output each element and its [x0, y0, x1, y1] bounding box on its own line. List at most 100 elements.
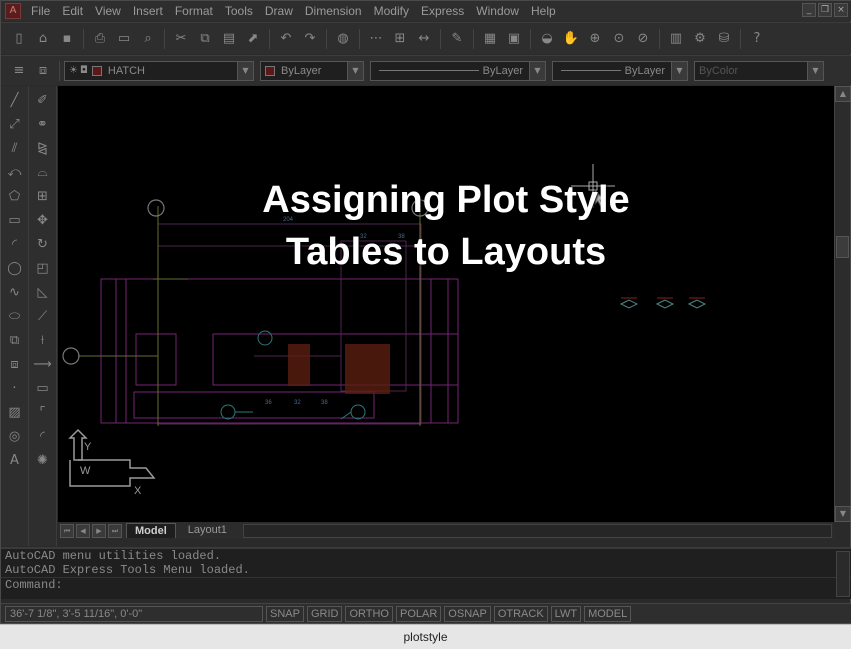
scroll-thumb[interactable]	[836, 236, 849, 258]
first-tab-icon[interactable]: ⏮	[60, 523, 74, 538]
zoom-previous-icon[interactable]: ⊘	[632, 28, 654, 50]
osnap-toggle[interactable]: OSNAP	[444, 605, 491, 622]
3d-orbit-icon[interactable]: ◒	[536, 28, 558, 50]
color-dropdown[interactable]: ByLayer ▼	[260, 60, 364, 81]
tab-layout1[interactable]: Layout1	[180, 523, 235, 538]
erase-icon[interactable]: ✐	[32, 90, 54, 112]
lwt-toggle[interactable]: LWT	[550, 605, 582, 622]
spline-icon[interactable]: ∿	[4, 282, 26, 304]
close-button[interactable]: ×	[834, 3, 848, 17]
menu-window[interactable]: Window	[470, 4, 525, 18]
scroll-down-icon[interactable]: ▼	[835, 506, 851, 522]
menu-help[interactable]: Help	[525, 4, 562, 18]
layers-icon[interactable]: ≡	[8, 60, 30, 82]
match-properties-icon[interactable]: ⬈	[242, 28, 264, 50]
zoom-realtime-icon[interactable]: ⊕	[584, 28, 606, 50]
arc-icon[interactable]: ◜	[4, 234, 26, 256]
stretch-icon[interactable]: ◺	[32, 282, 54, 304]
polar-toggle[interactable]: POLAR	[396, 605, 442, 622]
multiline-icon[interactable]: ⫽	[4, 138, 26, 160]
tab-model[interactable]: Model	[126, 523, 176, 538]
move-icon[interactable]: ✥	[32, 210, 54, 232]
scroll-up-icon[interactable]: ▲	[835, 86, 851, 102]
grid-toggle[interactable]: GRID	[306, 605, 343, 622]
menu-draw[interactable]: Draw	[259, 4, 299, 18]
scale-icon[interactable]: ◰	[32, 258, 54, 280]
block-icon[interactable]: ⊞	[389, 28, 411, 50]
open-folder-icon[interactable]: ⌂	[32, 28, 54, 50]
dimension-icon[interactable]: ↔	[413, 28, 435, 50]
snap-toggle[interactable]: SNAP	[266, 605, 304, 622]
multiline-text-icon[interactable]: A	[4, 450, 26, 472]
drawing-canvas[interactable]: 204 32 38 36 32 38 Y W X	[58, 86, 834, 522]
rectangle-icon[interactable]: ▭	[4, 210, 26, 232]
construction-line-icon[interactable]: ⤢	[4, 114, 26, 136]
rotate-icon[interactable]: ↻	[32, 234, 54, 256]
extend-icon[interactable]: ⟶	[32, 354, 54, 376]
help-icon[interactable]: ?	[746, 28, 768, 50]
explode-icon[interactable]: ✺	[32, 450, 54, 472]
named-views-icon[interactable]: ▣	[503, 28, 525, 50]
otrack-toggle[interactable]: OTRACK	[493, 605, 548, 622]
point-icon[interactable]: ·	[4, 378, 26, 400]
menu-modify[interactable]: Modify	[368, 4, 415, 18]
snap-from-icon[interactable]: ⋯	[365, 28, 387, 50]
menu-format[interactable]: Format	[169, 4, 219, 18]
offset-icon[interactable]: ⌓	[32, 162, 54, 184]
zoom-window-icon[interactable]: ⊙	[608, 28, 630, 50]
redo-icon[interactable]: ↷	[299, 28, 321, 50]
save-icon[interactable]: ▪	[56, 28, 78, 50]
layer-dropdown[interactable]: ☀ ◘ HATCH ▼	[64, 60, 254, 81]
polygon-icon[interactable]: ⬠	[4, 186, 26, 208]
plotstyle-dropdown[interactable]: ByColor ▼	[694, 60, 824, 81]
menu-tools[interactable]: Tools	[219, 4, 259, 18]
pan-icon[interactable]: ✋	[560, 28, 582, 50]
print-icon[interactable]: ⎙	[89, 28, 111, 50]
menu-express[interactable]: Express	[415, 4, 470, 18]
circle-icon[interactable]: ◯	[4, 258, 26, 280]
menu-edit[interactable]: Edit	[56, 4, 89, 18]
command-prompt[interactable]: Command:	[1, 577, 851, 592]
break-icon[interactable]: ▭	[32, 378, 54, 400]
line-icon[interactable]: ╱	[4, 90, 26, 112]
menu-dimension[interactable]: Dimension	[299, 4, 368, 18]
polyline-icon[interactable]: ⤺	[4, 162, 26, 184]
menu-insert[interactable]: Insert	[127, 4, 169, 18]
web-icon[interactable]: ◍	[332, 28, 354, 50]
insert-block-icon[interactable]: ⧉	[4, 330, 26, 352]
fillet-icon[interactable]: ◜	[32, 426, 54, 448]
cut-icon[interactable]: ✂	[170, 28, 192, 50]
properties-icon[interactable]: ▥	[665, 28, 687, 50]
region-icon[interactable]: ◎	[4, 426, 26, 448]
menu-view[interactable]: View	[89, 4, 127, 18]
horizontal-scrollbar[interactable]	[242, 523, 832, 538]
restore-button[interactable]: ❐	[818, 3, 832, 17]
command-window[interactable]: AutoCAD menu utilities loaded. AutoCAD E…	[1, 547, 851, 599]
array-icon[interactable]: ⊞	[32, 186, 54, 208]
new-file-icon[interactable]: ▯	[8, 28, 30, 50]
model-toggle[interactable]: MODEL	[584, 605, 632, 622]
pen-icon[interactable]: ✎	[446, 28, 468, 50]
ortho-toggle[interactable]: ORTHO	[345, 605, 393, 622]
chamfer-icon[interactable]: ⌜	[32, 402, 54, 424]
coordinate-display[interactable]: 36'-7 1/8", 3'-5 11/16", 0'-0"	[5, 605, 263, 622]
design-center-icon[interactable]: ⚙	[689, 28, 711, 50]
command-scrollbar[interactable]	[836, 551, 850, 597]
viewports-icon[interactable]: ▦	[479, 28, 501, 50]
last-tab-icon[interactable]: ⏭	[108, 523, 122, 538]
hatch-icon[interactable]: ▨	[4, 402, 26, 424]
lengthen-icon[interactable]: ⟋	[32, 306, 54, 328]
make-current-layer-icon[interactable]: ⧈	[32, 60, 54, 82]
prev-tab-icon[interactable]: ◀	[76, 523, 90, 538]
copy-object-icon[interactable]: ⚭	[32, 114, 54, 136]
menu-file[interactable]: File	[25, 4, 56, 18]
copy-icon[interactable]: ⧉	[194, 28, 216, 50]
find-icon[interactable]: ⌕	[137, 28, 159, 50]
next-tab-icon[interactable]: ▶	[92, 523, 106, 538]
mirror-icon[interactable]: ⧎	[32, 138, 54, 160]
paste-icon[interactable]: ▤	[218, 28, 240, 50]
ellipse-icon[interactable]: ⬭	[4, 306, 26, 328]
autocad-logo-icon[interactable]: A	[5, 3, 21, 19]
linetype-dropdown[interactable]: ByLayer ▼	[370, 60, 546, 81]
vertical-scrollbar[interactable]: ▲ ▼	[834, 86, 851, 522]
